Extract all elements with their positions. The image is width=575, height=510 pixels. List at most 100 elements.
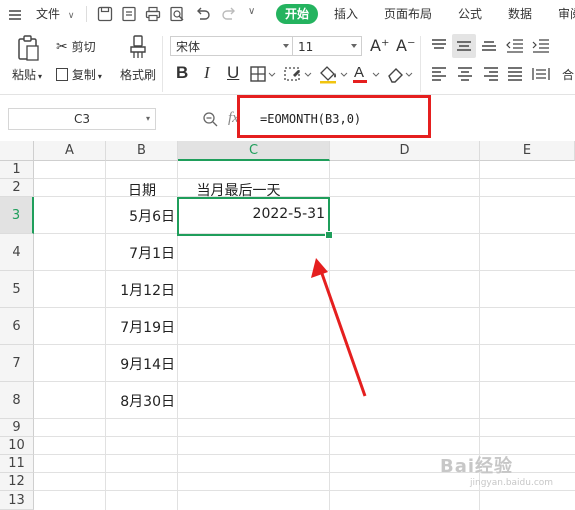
chevron-down-icon: ▾ <box>38 72 43 81</box>
hamburger-menu-icon[interactable] <box>8 7 22 21</box>
watermark-logo: Bai经验 <box>440 456 514 477</box>
align-top-icon[interactable] <box>430 38 448 54</box>
align-middle-icon[interactable] <box>452 34 476 58</box>
divider <box>420 36 421 92</box>
align-left-icon[interactable] <box>430 66 448 82</box>
row-header-8[interactable]: 8 <box>0 382 34 419</box>
undo-icon[interactable] <box>194 5 212 23</box>
border-icon[interactable] <box>250 65 276 83</box>
font-size-value: 11 <box>298 40 314 54</box>
row-header-4[interactable]: 4 <box>0 234 34 271</box>
ribbon: 粘贴 ▾ ✂ 剪切 复制 ▾ 格式刷 宋体 11 A⁺ A⁻ B I U A 合 <box>0 28 575 95</box>
distributed-align-icon[interactable] <box>532 66 550 82</box>
merge-center-button[interactable]: 合 <box>562 66 574 83</box>
watermark-url: jingyan.baidu.com <box>470 478 554 488</box>
font-name-value: 宋体 <box>176 40 201 54</box>
cut-button[interactable]: ✂ 剪切 <box>56 38 96 55</box>
align-center-icon[interactable] <box>456 66 474 82</box>
column-header-d[interactable]: D <box>330 141 480 161</box>
font-name-select[interactable]: 宋体 <box>170 36 294 56</box>
chevron-down-icon: ▾ <box>145 114 150 123</box>
chevron-down-icon: ∨ <box>67 11 75 21</box>
cut-label: 剪切 <box>71 40 96 54</box>
scissors-icon: ✂ <box>56 39 68 55</box>
align-right-icon[interactable] <box>482 66 500 82</box>
copy-button[interactable]: 复制 ▾ <box>56 66 102 83</box>
column-header-c[interactable]: C <box>178 141 330 161</box>
cell-b2-header[interactable]: 日期 <box>106 180 178 200</box>
save-icon[interactable] <box>96 5 114 23</box>
chevron-down-icon <box>283 44 289 48</box>
tab-page-layout[interactable]: 页面布局 <box>384 0 432 28</box>
increase-font-size-icon[interactable]: A⁺ <box>370 36 389 55</box>
increase-indent-icon[interactable] <box>532 38 550 54</box>
print-preview-icon[interactable] <box>168 5 186 23</box>
fill-color-icon[interactable] <box>318 64 348 84</box>
row-header-3[interactable]: 3 <box>0 197 34 234</box>
file-menu[interactable]: 文件 ∨ <box>36 0 74 28</box>
tab-insert[interactable]: 插入 <box>334 0 358 28</box>
row-header-9[interactable]: 9 <box>0 419 34 437</box>
row-header-7[interactable]: 7 <box>0 345 34 382</box>
decrease-indent-icon[interactable] <box>506 38 524 54</box>
select-all-corner[interactable] <box>0 141 34 161</box>
decrease-font-size-icon[interactable]: A⁻ <box>396 36 415 55</box>
column-header-e[interactable]: E <box>480 141 575 161</box>
divider <box>86 6 87 22</box>
tab-start[interactable]: 开始 <box>276 4 318 24</box>
row-header-1[interactable]: 1 <box>0 161 34 179</box>
file-menu-label: 文件 <box>36 7 61 21</box>
cell-b7[interactable]: 9月14日 <box>106 354 175 374</box>
row-header-10[interactable]: 10 <box>0 437 34 455</box>
zoom-formula-icon[interactable] <box>202 111 218 131</box>
tab-data[interactable]: 数据 <box>508 0 532 28</box>
paste-icon[interactable] <box>16 34 42 62</box>
row-header-6[interactable]: 6 <box>0 308 34 345</box>
cell-b6[interactable]: 7月19日 <box>106 317 175 337</box>
copy-icon <box>56 68 68 81</box>
row-header-13[interactable]: 13 <box>0 491 34 510</box>
row-header-5[interactable]: 5 <box>0 271 34 308</box>
redo-icon[interactable] <box>220 5 238 23</box>
column-header-b[interactable]: B <box>106 141 178 161</box>
row-header-12[interactable]: 12 <box>0 473 34 491</box>
grid-line <box>34 436 575 437</box>
export-pdf-icon[interactable] <box>120 5 138 23</box>
svg-text:A: A <box>354 64 364 81</box>
justify-icon[interactable] <box>506 66 524 82</box>
paste-label: 粘贴 <box>12 68 37 82</box>
fill-handle[interactable] <box>325 231 333 239</box>
cell-b3[interactable]: 5月6日 <box>106 206 175 226</box>
tab-formulas[interactable]: 公式 <box>458 0 482 28</box>
underline-button[interactable]: U <box>227 63 239 83</box>
quick-access-more-icon[interactable]: ∨ <box>248 6 255 17</box>
divider <box>162 36 163 92</box>
menu-bar: 文件 ∨ ∨ 开始 插入 页面布局 公式 数据 审阅 <box>0 0 575 28</box>
name-box[interactable]: C3 ▾ <box>8 108 156 130</box>
italic-button[interactable]: I <box>204 63 210 83</box>
cell-style-icon[interactable] <box>284 65 312 83</box>
cell-b8[interactable]: 8月30日 <box>106 391 175 411</box>
print-icon[interactable] <box>144 5 162 23</box>
chevron-down-icon <box>351 44 357 48</box>
format-painter-label[interactable]: 格式刷 <box>120 66 156 83</box>
bold-button[interactable]: B <box>176 63 188 83</box>
formula-highlight-box <box>237 95 431 138</box>
grid-line <box>34 178 575 179</box>
copy-label: 复制 <box>71 68 96 82</box>
grid-line <box>34 490 575 491</box>
eraser-icon[interactable] <box>386 65 414 83</box>
column-header-a[interactable]: A <box>34 141 106 161</box>
name-box-value: C3 <box>73 112 90 126</box>
font-size-select[interactable]: 11 <box>292 36 362 56</box>
paste-button[interactable]: 粘贴 ▾ <box>12 66 42 83</box>
cell-b4[interactable]: 7月1日 <box>106 243 175 263</box>
tab-review[interactable]: 审阅 <box>558 0 575 28</box>
align-bottom-icon[interactable] <box>480 38 498 54</box>
cell-b5[interactable]: 1月12日 <box>106 280 175 300</box>
row-header-2[interactable]: 2 <box>0 179 34 197</box>
grid-line <box>34 418 575 419</box>
row-header-11[interactable]: 11 <box>0 455 34 473</box>
format-painter-icon[interactable] <box>128 34 148 60</box>
font-color-icon[interactable]: A <box>352 63 382 85</box>
